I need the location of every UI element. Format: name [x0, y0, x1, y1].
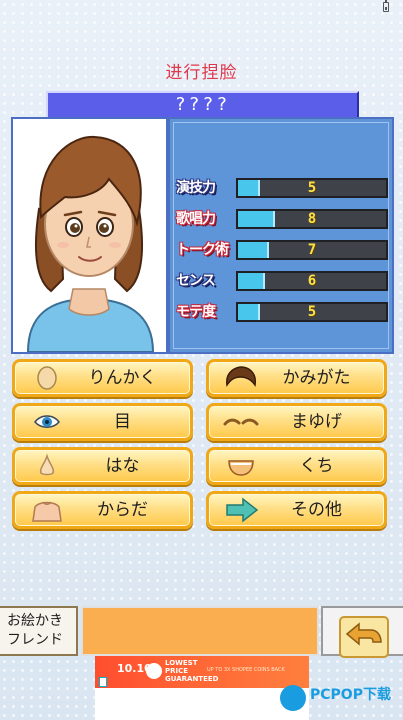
watermark: PCPOP下载 [278, 683, 402, 717]
stat-value: 8 [307, 211, 317, 227]
body-button[interactable]: からだ [12, 491, 193, 529]
stat-row-singing: 歌唱力 8 [176, 208, 390, 230]
stat-row-talk: トーク術 7 [176, 239, 390, 261]
menu-label: まゆげ [291, 412, 342, 432]
watermark-text: PCPOP下载 [310, 687, 391, 703]
stat-row-sense: センス 6 [176, 270, 390, 292]
stat-label: センス [176, 273, 216, 289]
stat-bar: 6 [236, 271, 388, 291]
character-name-field[interactable]: ???? [46, 91, 359, 119]
stat-value: 7 [307, 242, 317, 258]
status-bar [0, 0, 403, 14]
ad-choices-icon[interactable] [99, 677, 107, 687]
stat-row-popularity: モテ度 5 [176, 301, 390, 323]
menu-label: 目 [114, 412, 131, 432]
battery-icon [383, 0, 389, 12]
character-portrait-panel [11, 117, 168, 354]
stat-bar: 5 [236, 178, 388, 198]
back-button[interactable] [321, 606, 403, 658]
ad-bottom-strip [95, 688, 309, 720]
stat-label: 歌唱力 [176, 211, 216, 227]
eyebrows-button[interactable]: まゆげ [206, 403, 387, 441]
eyes-button[interactable]: 目 [12, 403, 193, 441]
menu-label: りんかく [88, 368, 157, 388]
stats-panel: 演技力 5 歌唱力 8 トーク術 7 センス 6 モテ度 5 [168, 117, 394, 354]
stat-label: トーク術 [176, 242, 229, 258]
ad-subline: UP TO 3X SHOPEE COINS BACK [207, 667, 285, 673]
watermark-logo-icon [280, 685, 306, 711]
face-outline-button[interactable]: りんかく [12, 359, 193, 397]
ad-banner[interactable]: 10.10 LOWEST PRICE GUARANTEED UP TO 3X S… [95, 656, 309, 688]
mouth-button[interactable]: くち [206, 447, 387, 485]
menu-label: はな [105, 456, 140, 476]
return-arrow-icon [345, 622, 382, 646]
friend-label-line1: お絵かき [7, 613, 63, 629]
ad-logo-icon [146, 663, 162, 679]
stat-label: 演技力 [176, 180, 216, 196]
friend-label-line2: フレンド [7, 632, 63, 648]
stat-row-acting: 演技力 5 [176, 177, 390, 199]
menu-label: くち [299, 456, 334, 476]
drawing-friend-panel[interactable]: お絵かき フレンド [0, 606, 78, 656]
stat-label: モテ度 [176, 304, 216, 320]
stat-value: 5 [307, 180, 317, 196]
stat-bar: 5 [236, 302, 388, 322]
ad-headline: LOWEST PRICE GUARANTEED [165, 659, 219, 683]
menu-label: その他 [291, 500, 342, 520]
hairstyle-button[interactable]: かみがた [206, 359, 387, 397]
stat-bar: 7 [236, 240, 388, 260]
back-button-face [339, 616, 389, 658]
stat-value: 5 [307, 304, 317, 320]
character-name: ???? [174, 94, 231, 115]
message-panel [81, 606, 319, 656]
menu-label: からだ [97, 500, 148, 520]
nose-button[interactable]: はな [12, 447, 193, 485]
stat-bar: 8 [236, 209, 388, 229]
screen-title: 进行捏脸 [165, 63, 238, 83]
character-portrait [26, 135, 155, 353]
menu-label: かみがた [282, 368, 351, 388]
stat-value: 6 [307, 273, 317, 289]
other-button[interactable]: その他 [206, 491, 387, 529]
